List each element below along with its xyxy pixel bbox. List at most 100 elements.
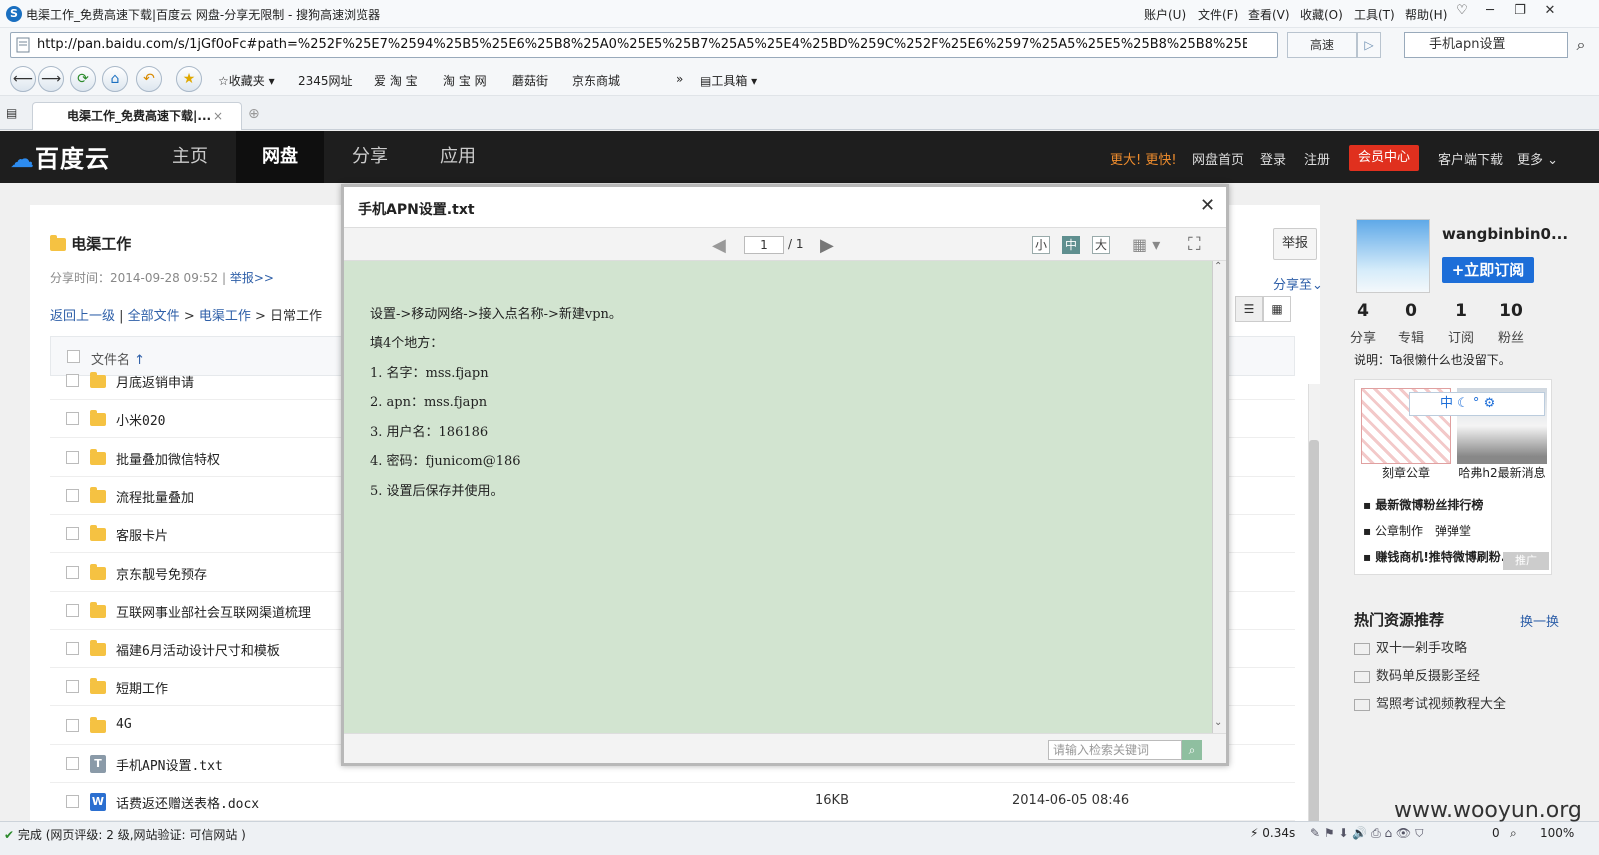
ad-link-0[interactable]: ▪ 最新微博粉丝排行榜: [1363, 496, 1483, 513]
nav-apps[interactable]: 应用: [414, 131, 502, 183]
breadcrumb-all[interactable]: 全部文件: [128, 309, 180, 324]
file-name[interactable]: 互联网事业部社会互联网渠道梳理: [116, 602, 311, 621]
list-scroll-thumb[interactable]: [1309, 440, 1319, 830]
stat-fans[interactable]: 10 粉丝: [1486, 301, 1536, 346]
row-checkbox[interactable]: [66, 450, 79, 464]
keyword-search-icon[interactable]: ⌕: [1182, 740, 1202, 760]
report-button[interactable]: 举报: [1273, 228, 1317, 260]
new-tab-icon[interactable]: ⊕: [248, 106, 260, 122]
list-view-icon[interactable]: ☰: [1235, 296, 1263, 322]
zoom-level[interactable]: 100%: [1540, 826, 1574, 840]
file-name[interactable]: 福建6月活动设计尺寸和模板: [116, 640, 280, 659]
file-name[interactable]: 批量叠加微信特权: [116, 449, 220, 468]
tab-active[interactable]: 电渠工作_免费高速下载|... ×: [32, 102, 242, 130]
search-input[interactable]: 手机apn设置: [1404, 32, 1568, 58]
ad-link-1[interactable]: ▪ 公章制作 弹弹堂: [1363, 522, 1471, 539]
breadcrumb-parent[interactable]: 电渠工作: [199, 309, 251, 324]
speed-mode-button[interactable]: 高速: [1287, 32, 1357, 58]
user-name[interactable]: wangbinbin0...: [1442, 225, 1568, 243]
back-icon[interactable]: ⟵: [10, 66, 36, 92]
ad-caption-car[interactable]: 哈弗h2最新消息: [1457, 464, 1547, 481]
row-checkbox[interactable]: [66, 527, 79, 541]
grid-view-icon[interactable]: ▦: [1263, 296, 1291, 322]
file-name[interactable]: 客服卡片: [116, 525, 168, 544]
file-name[interactable]: 短期工作: [116, 678, 168, 697]
avatar[interactable]: [1356, 219, 1430, 293]
bookmark-3[interactable]: 蘑菇街: [512, 72, 548, 89]
layout-menu-icon[interactable]: ▦ ▾: [1132, 235, 1160, 254]
link-client-download[interactable]: 客户端下载: [1438, 149, 1503, 168]
ad-link-2[interactable]: ▪ 赚钱商机!推特微博刷粉...: [1363, 548, 1514, 565]
subscribe-button[interactable]: +立即订阅: [1442, 257, 1534, 283]
file-name[interactable]: 京东靓号免预存: [116, 564, 207, 583]
file-name[interactable]: 月底返销申请: [116, 372, 194, 391]
forward-icon[interactable]: ⟶: [38, 66, 64, 92]
tab-close-icon[interactable]: ×: [213, 103, 223, 129]
keyword-search-input[interactable]: 请输入检索关键词: [1048, 740, 1182, 760]
close-window-icon[interactable]: ✕: [1540, 3, 1560, 21]
next-page-icon[interactable]: ▶: [820, 235, 834, 256]
ime-toolbar[interactable]: 中 ☾ ° ⚙: [1409, 392, 1545, 416]
more-menu[interactable]: 更多 ⌄: [1517, 149, 1558, 168]
file-name[interactable]: 手机APN设置.txt: [116, 755, 223, 774]
nav-netdisk[interactable]: 网盘 ⌄: [236, 131, 324, 217]
stat-shares[interactable]: 4 分享: [1338, 301, 1388, 346]
bookmark-4[interactable]: 京东商城: [572, 72, 620, 89]
row-checkbox[interactable]: [66, 757, 79, 770]
more-bookmarks-icon[interactable]: »: [676, 72, 683, 86]
hot-item-0[interactable]: 双十一剁手攻略: [1354, 637, 1467, 656]
close-icon[interactable]: ✕: [1200, 195, 1215, 216]
menu-account[interactable]: 账户(U): [1144, 6, 1186, 23]
page-input[interactable]: 1: [744, 236, 784, 254]
font-large-button[interactable]: 大: [1092, 236, 1110, 254]
row-checkbox[interactable]: [66, 795, 79, 809]
fullscreen-icon[interactable]: ⛶: [1188, 234, 1201, 255]
menu-tools[interactable]: 工具(T): [1354, 6, 1395, 23]
menu-favorites[interactable]: 收藏(O): [1300, 6, 1343, 23]
share-to-menu[interactable]: 分享至⌄: [1273, 274, 1323, 293]
link-register[interactable]: 注册: [1304, 149, 1330, 168]
vip-center-button[interactable]: 会员中心: [1349, 145, 1419, 171]
star-icon[interactable]: ★: [176, 66, 202, 92]
row-checkbox[interactable]: [66, 565, 79, 579]
file-name[interactable]: 4G: [116, 717, 132, 732]
stat-subscriptions[interactable]: 1 订阅: [1436, 301, 1486, 346]
promo-badge[interactable]: 推广: [1503, 552, 1549, 570]
row-checkbox[interactable]: [66, 642, 79, 656]
search-icon[interactable]: ⌕: [1568, 32, 1594, 58]
row-checkbox[interactable]: [66, 718, 79, 732]
menu-file[interactable]: 文件(F): [1198, 6, 1238, 23]
file-name[interactable]: 小米020: [116, 410, 165, 429]
refresh-icon[interactable]: ⟳: [70, 66, 96, 92]
minimize-icon[interactable]: ─: [1480, 3, 1500, 21]
status-icons[interactable]: ✎ ⚑ ⬇ 🔊 ⎙ ⌂ 👁 ⛉: [1310, 826, 1424, 841]
ad-caption-seal[interactable]: 刻章公章: [1361, 464, 1451, 481]
report-link[interactable]: 举报>>: [230, 271, 274, 285]
row-checkbox[interactable]: [66, 488, 79, 502]
link-login[interactable]: 登录: [1260, 149, 1286, 168]
stat-albums[interactable]: 0 专辑: [1386, 301, 1436, 346]
prev-page-icon[interactable]: ◀: [712, 235, 726, 256]
bookmark-2[interactable]: 淘 宝 网: [443, 72, 487, 89]
row-checkbox[interactable]: [66, 412, 79, 426]
zoom-icon[interactable]: ⌕: [1510, 826, 1517, 841]
scroll-down-icon[interactable]: ⌄: [1214, 717, 1222, 728]
row-checkbox[interactable]: [66, 603, 79, 617]
go-icon[interactable]: ▷: [1357, 32, 1381, 58]
row-checkbox[interactable]: [66, 374, 79, 387]
nav-share[interactable]: 分享: [326, 131, 414, 183]
favorites-menu[interactable]: ☆收藏夹 ▾: [218, 72, 275, 89]
skin-icon[interactable]: ♡: [1452, 3, 1472, 21]
toolbox-menu[interactable]: ▤工具箱 ▾: [700, 72, 757, 89]
scroll-up-icon[interactable]: ⌃: [1214, 261, 1222, 272]
font-medium-button[interactable]: 中: [1062, 236, 1080, 254]
nav-home[interactable]: 主页: [146, 131, 234, 183]
undo-icon[interactable]: ↶: [136, 66, 162, 92]
restore-icon[interactable]: ❐: [1510, 3, 1530, 21]
link-netdisk-home[interactable]: 网盘首页: [1192, 149, 1244, 168]
home-icon[interactable]: ⌂: [102, 66, 128, 92]
sidebar-toggle-icon[interactable]: ▤: [6, 106, 17, 120]
hot-item-1[interactable]: 数码单反摄影圣经: [1354, 665, 1480, 684]
breadcrumb-back[interactable]: 返回上一级: [50, 309, 115, 324]
menu-view[interactable]: 查看(V): [1248, 6, 1290, 23]
